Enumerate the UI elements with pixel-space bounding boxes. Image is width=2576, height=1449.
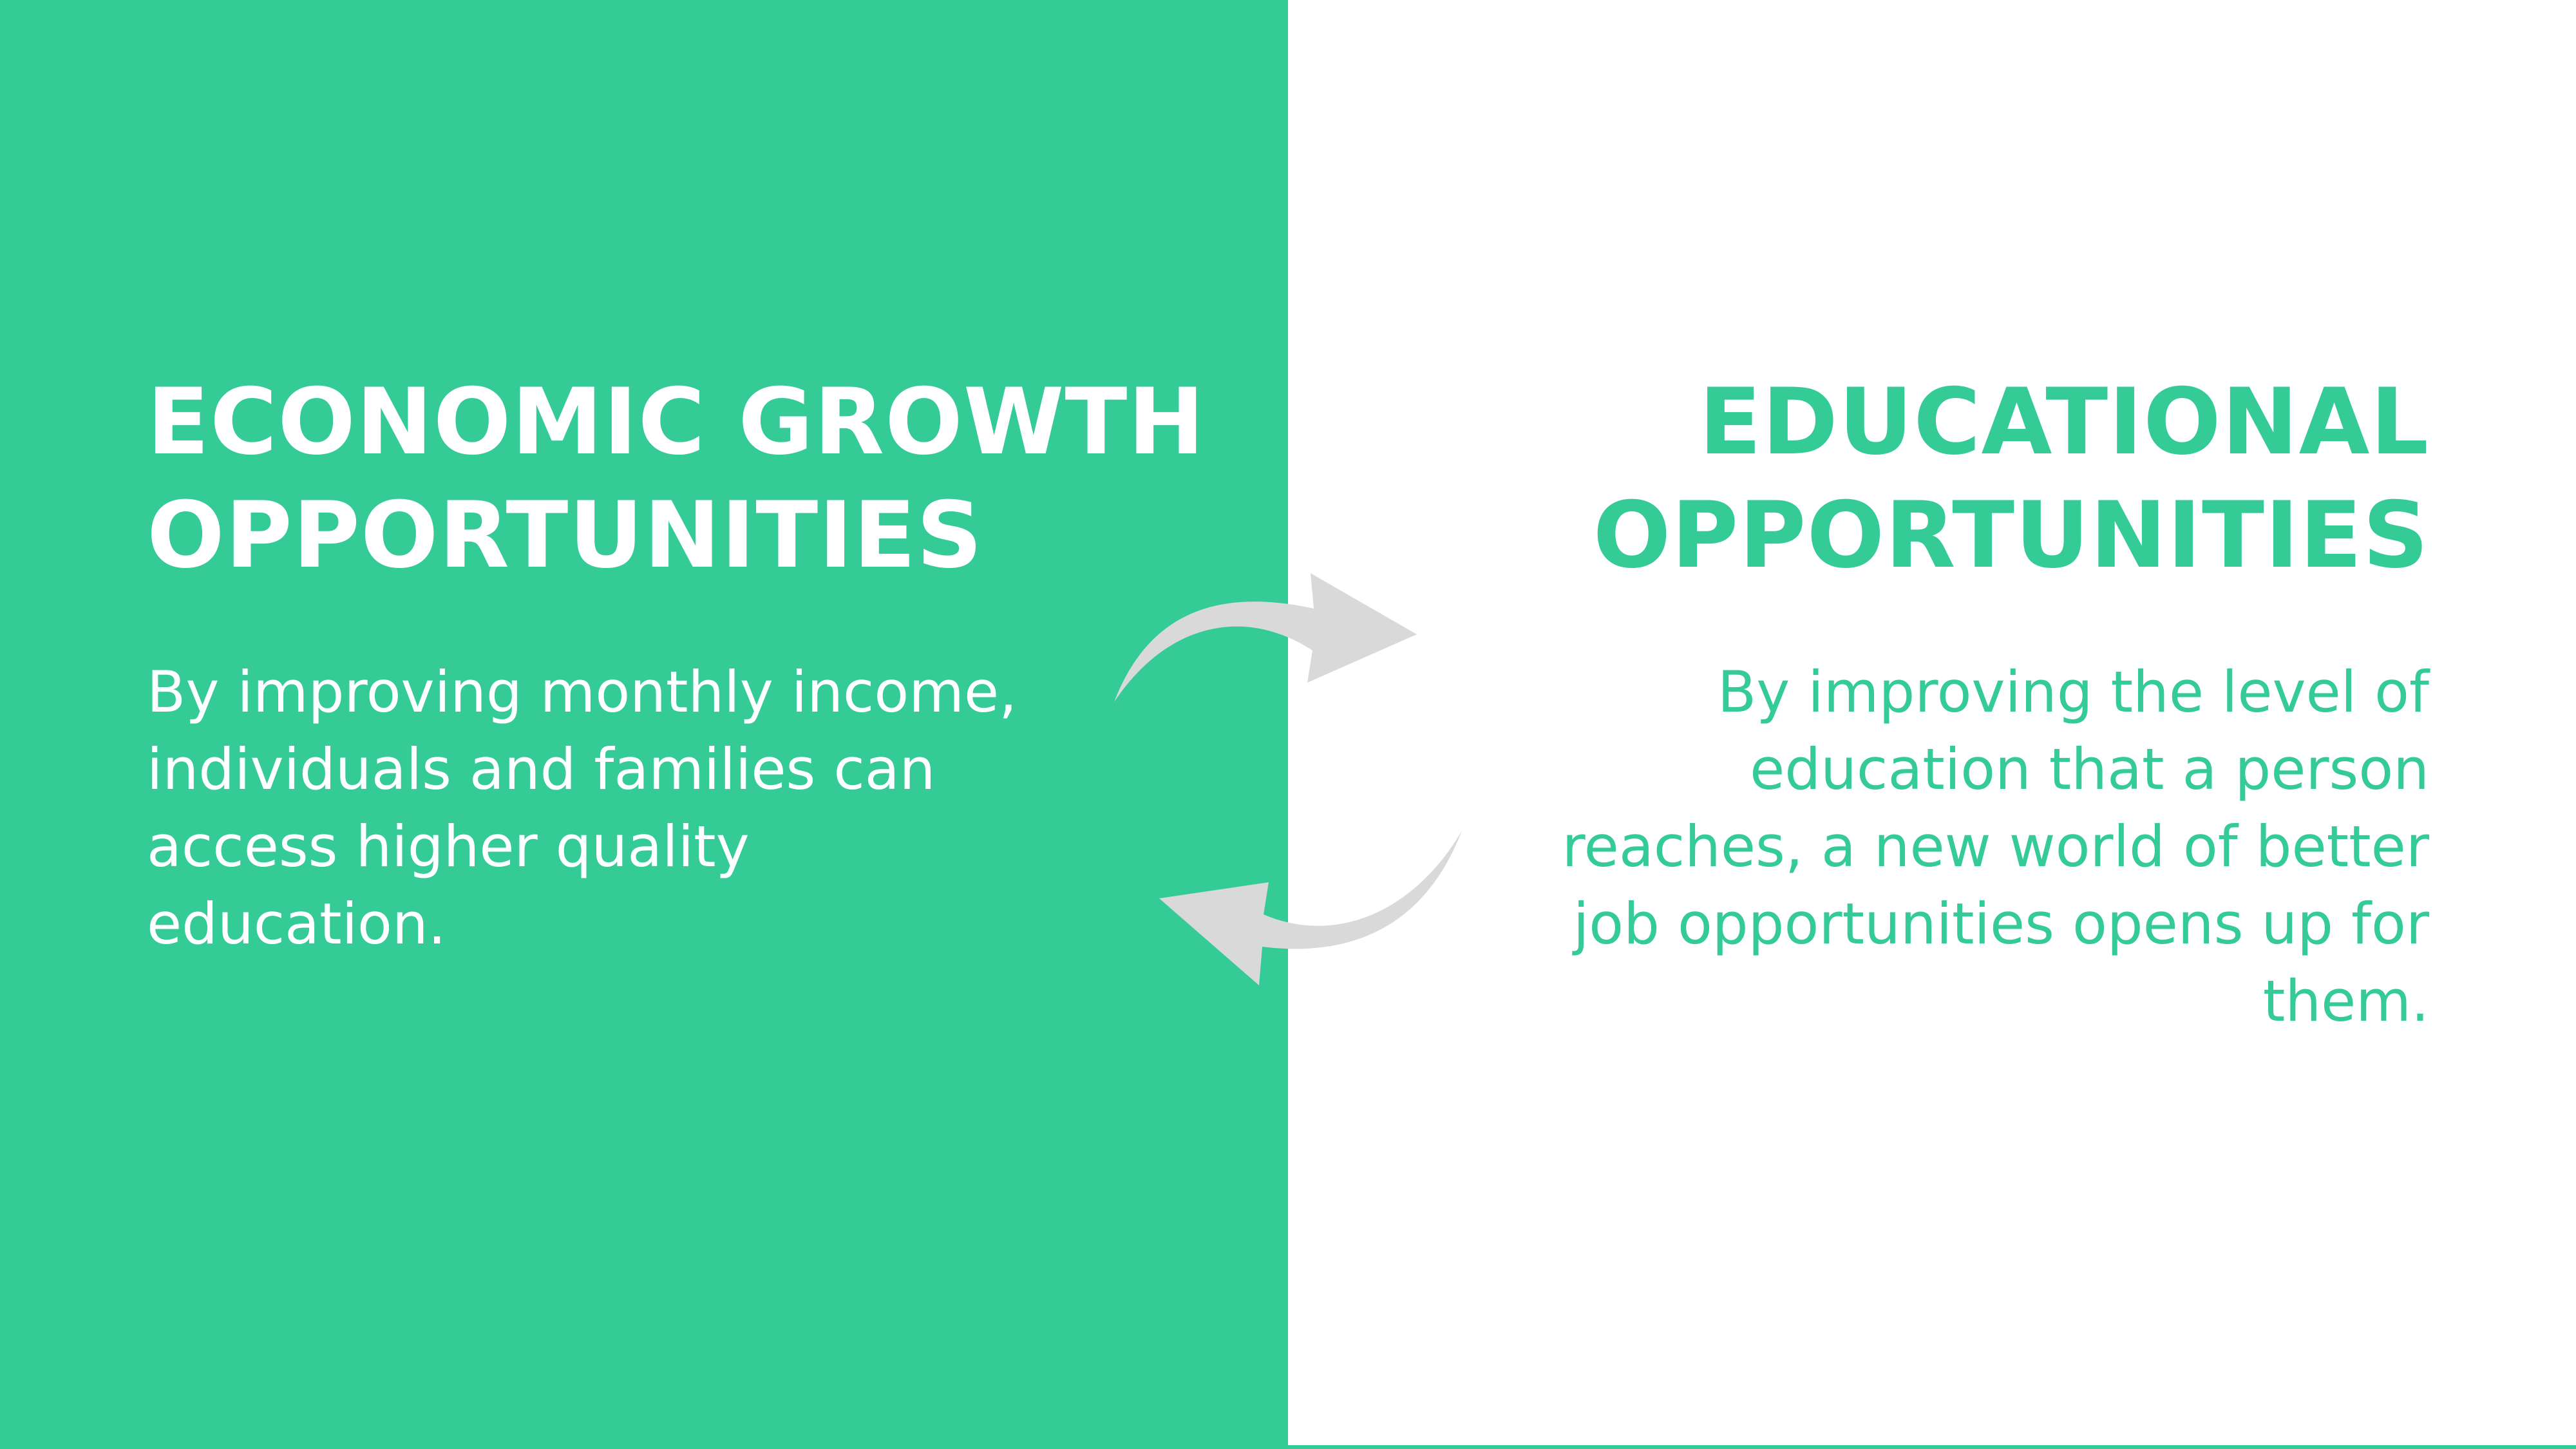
economic-growth-title-line-1: ECONOMIC GROWTH (147, 369, 1206, 475)
educational-description-line-1: By improving the level of (1717, 659, 2429, 725)
economic-growth-description-line-3: access higher quality (147, 813, 750, 880)
educational-title-line-1: EDUCATIONAL (1699, 369, 2429, 475)
slide: ECONOMIC GROWTH OPPORTUNITIES By improvi… (0, 0, 2576, 1449)
cycle-arrows (1114, 573, 1462, 985)
economic-growth-title: ECONOMIC GROWTH OPPORTUNITIES (147, 366, 1205, 592)
educational-description: By improving the level of education that… (1562, 654, 2429, 1040)
economic-growth-description-line-4: education. (147, 891, 446, 957)
educational-description-line-4: job opportunities opens up for (1573, 891, 2429, 957)
educational-title-line-2: OPPORTUNITIES (1593, 482, 2429, 589)
curved-arrow-left-icon (1159, 831, 1462, 985)
economic-growth-description-line-2: individuals and families can (147, 736, 936, 802)
bottom-accent-line (0, 1445, 2576, 1449)
economic-growth-description-line-1: By improving monthly income, (147, 659, 1018, 725)
educational-description-line-5: them. (2262, 968, 2429, 1034)
educational-description-line-2: education that a person (1750, 736, 2429, 802)
educational-description-line-3: reaches, a new world of better (1562, 813, 2429, 880)
curved-arrow-right-icon (1114, 573, 1417, 702)
economic-growth-title-line-2: OPPORTUNITIES (147, 482, 983, 589)
educational-title: EDUCATIONAL OPPORTUNITIES (1593, 366, 2429, 592)
economic-growth-description: By improving monthly income, individuals… (147, 654, 1017, 963)
